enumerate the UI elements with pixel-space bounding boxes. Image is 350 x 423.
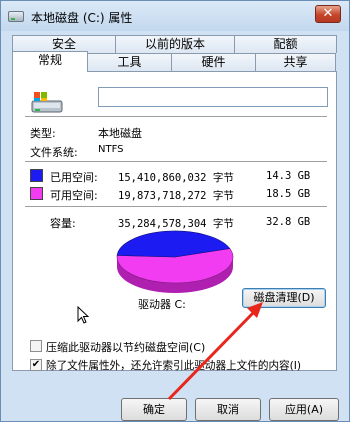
tab-tools[interactable]: 工具 xyxy=(87,53,172,71)
separator xyxy=(25,161,327,162)
drive-name-input[interactable] xyxy=(98,87,328,107)
cancel-button[interactable]: 取消 xyxy=(195,398,261,421)
ok-button[interactable]: 确定 xyxy=(121,398,187,421)
index-label: 除了文件属性外，还允许索引此驱动器上文件的内容(I) xyxy=(46,360,302,372)
free-space-bytes: 19,873,718,272 字节 xyxy=(118,190,234,202)
properties-window: 本地磁盘 (C:) 属性 ✕ 安全 以前的版本 配额 常规 工具 硬件 共享 类… xyxy=(0,0,350,422)
separator xyxy=(25,116,327,117)
filesystem-value: NTFS xyxy=(98,144,124,155)
tab-hardware[interactable]: 硬件 xyxy=(171,53,256,71)
used-space-size: 14.3 GB xyxy=(266,170,311,182)
filesystem-label: 文件系统: xyxy=(30,146,78,159)
used-space-label: 已用空间: xyxy=(50,171,98,184)
tab-previous-versions[interactable]: 以前的版本 xyxy=(115,35,235,53)
disk-cleanup-button[interactable]: 磁盘清理(D) xyxy=(242,288,326,308)
close-button[interactable]: ✕ xyxy=(315,5,341,23)
tab-general[interactable]: 常规 xyxy=(12,51,88,72)
drive-letter-label: 驱动器 C: xyxy=(138,298,186,311)
hard-drive-icon xyxy=(31,92,63,113)
window-title: 本地磁盘 (C:) 属性 xyxy=(31,11,133,25)
tab-quota[interactable]: 配额 xyxy=(234,35,337,53)
tab-sharing[interactable]: 共享 xyxy=(255,53,336,71)
capacity-size: 32.8 GB xyxy=(266,216,311,228)
index-checkbox[interactable]: ✔ xyxy=(30,359,42,371)
used-space-swatch xyxy=(30,169,43,182)
type-label: 类型: xyxy=(30,127,56,140)
general-panel: 类型: 本地磁盘 文件系统: NTFS 已用空间: 15,410,860,032… xyxy=(12,71,337,372)
free-space-swatch xyxy=(30,187,43,200)
free-space-label: 可用空间: xyxy=(50,189,98,202)
separator xyxy=(25,206,327,207)
mouse-cursor-icon xyxy=(77,306,90,324)
used-space-bytes: 15,410,860,032 字节 xyxy=(118,172,234,184)
title-bar[interactable]: 本地磁盘 (C:) 属性 ✕ xyxy=(1,1,349,31)
disk-usage-pie xyxy=(116,230,234,293)
compress-checkbox[interactable] xyxy=(30,340,42,352)
free-space-size: 18.5 GB xyxy=(266,188,311,200)
capacity-label: 容量: xyxy=(50,217,76,230)
type-value: 本地磁盘 xyxy=(98,127,142,140)
compress-label: 压缩此驱动器以节约磁盘空间(C) xyxy=(46,341,206,354)
drive-icon xyxy=(8,11,24,22)
apply-button[interactable]: 应用(A) xyxy=(269,398,339,421)
tab-row-bottom: 常规 工具 硬件 共享 xyxy=(12,51,336,72)
